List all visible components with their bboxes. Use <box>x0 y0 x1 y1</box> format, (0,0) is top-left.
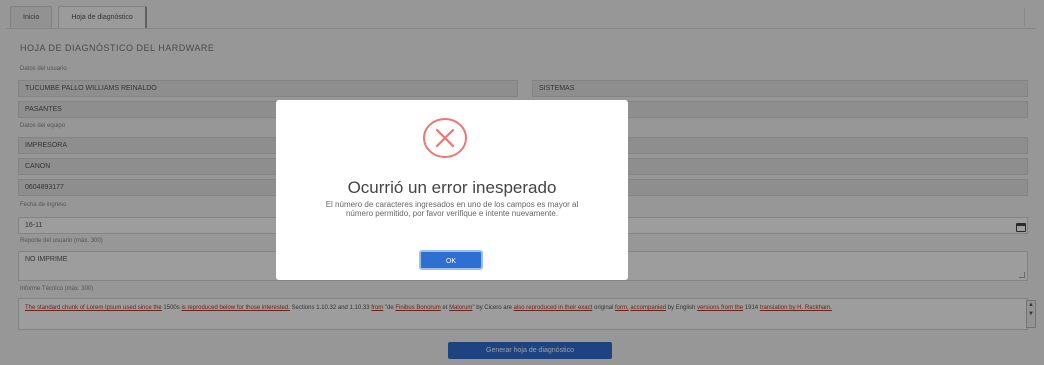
error-dialog: Ocurrió un error inesperado El número de… <box>276 100 628 280</box>
dialog-message: El número de caracteres ingresados en un… <box>325 200 579 218</box>
ok-button[interactable]: OK <box>419 250 483 270</box>
error-x-icon <box>423 118 467 158</box>
dialog-title: Ocurrió un error inesperado <box>347 178 557 197</box>
